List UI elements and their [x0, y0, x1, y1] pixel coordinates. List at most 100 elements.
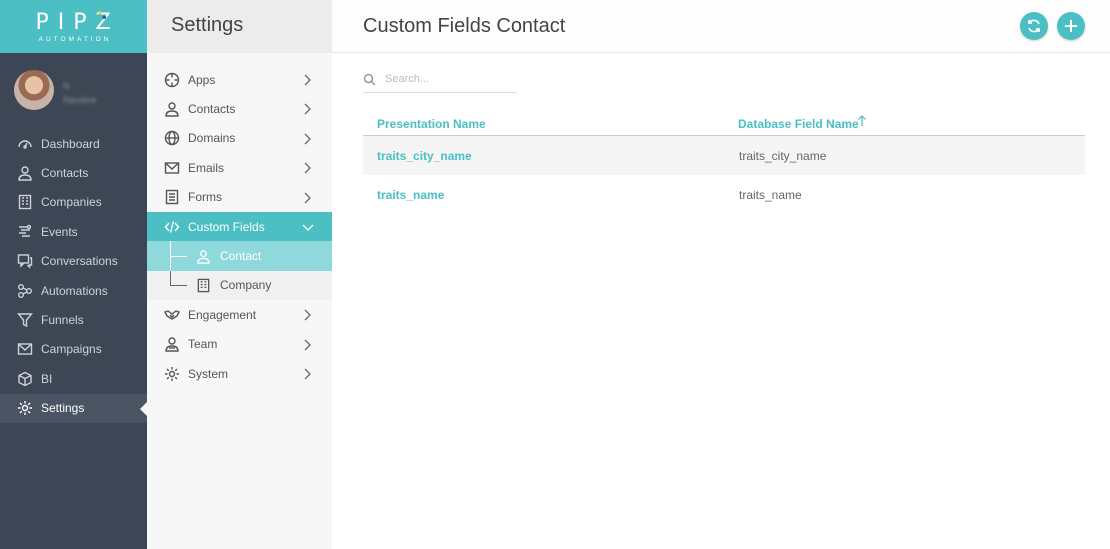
search-icon	[363, 73, 376, 86]
settings-item-label: Contacts	[188, 102, 236, 117]
crosshair-icon	[163, 71, 180, 88]
team-icon	[163, 336, 180, 353]
nav-item-label: Funnels	[41, 313, 84, 328]
settings-item-apps[interactable]: Apps	[147, 65, 332, 94]
subitem-label: Contact	[220, 249, 262, 264]
nav-item-label: BI	[41, 371, 53, 386]
funnel-icon	[16, 312, 33, 329]
custom-fields-table: Presentation Name Database Field Name tr…	[363, 110, 1085, 214]
custom-fields-contact[interactable]: Contact	[147, 241, 332, 271]
column-header-database-field-name[interactable]: Database Field Name	[738, 117, 859, 131]
settings-item-system[interactable]: System	[147, 359, 332, 388]
mail-icon	[16, 341, 33, 358]
settings-item-label: Domains	[188, 131, 236, 146]
user-profile[interactable]: N Nandine	[0, 53, 147, 129]
settings-item-label: Forms	[188, 190, 222, 205]
nav-item-label: Conversations	[41, 254, 118, 269]
presentation-name-cell[interactable]: traits_name	[377, 188, 444, 202]
settings-item-emails[interactable]: Emails	[147, 153, 332, 182]
chevron-right-icon	[302, 192, 312, 204]
chevron-right-icon	[302, 103, 312, 115]
search-box	[363, 71, 517, 93]
settings-title: Settings	[147, 0, 332, 53]
subitem-label: Company	[220, 278, 272, 293]
chevron-right-icon	[302, 162, 312, 174]
nav-item-funnels[interactable]: Funnels	[0, 305, 147, 334]
tree-branch	[170, 285, 187, 287]
nav-item-automations[interactable]: Automations	[0, 276, 147, 305]
events-icon	[16, 223, 33, 240]
chevron-right-icon	[302, 133, 312, 145]
table-row[interactable]: traits_city_name traits_city_name	[363, 136, 1085, 175]
globe-icon	[163, 130, 180, 147]
table-row[interactable]: traits_name traits_name	[363, 175, 1085, 214]
database-field-name-cell: traits_city_name	[739, 149, 827, 163]
settings-item-domains[interactable]: Domains	[147, 124, 332, 153]
main-content: Custom Fields Contact Presentation Name …	[332, 0, 1110, 549]
nav-item-label: Campaigns	[41, 342, 102, 357]
tree-branch	[170, 256, 187, 258]
nav-item-settings[interactable]: Settings	[0, 393, 147, 423]
presentation-name-cell[interactable]: traits_city_name	[377, 149, 472, 163]
cube-icon	[16, 370, 33, 387]
search-input[interactable]	[385, 73, 515, 85]
nav-item-label: Dashboard	[41, 136, 100, 151]
sort-ascending-icon[interactable]	[857, 115, 867, 127]
logo-dots-icon	[98, 11, 106, 19]
settings-item-team[interactable]: Team	[147, 330, 332, 359]
custom-fields-company[interactable]: Company	[147, 270, 332, 301]
nav-item-label: Automations	[41, 283, 108, 298]
nav-item-label: Settings	[41, 401, 85, 416]
add-field-button[interactable]	[1057, 12, 1085, 40]
settings-item-forms[interactable]: Forms	[147, 183, 332, 212]
nav-item-bi[interactable]: BI	[0, 364, 147, 393]
automation-icon	[16, 282, 33, 299]
column-header-presentation-name[interactable]: Presentation Name	[377, 117, 486, 131]
settings-item-label: Apps	[188, 72, 216, 87]
dashboard-icon	[16, 135, 33, 152]
settings-item-label: Emails	[188, 160, 225, 175]
nav-item-dashboard[interactable]: Dashboard	[0, 129, 147, 158]
form-icon	[163, 189, 180, 206]
user-name-line1: N	[63, 81, 70, 91]
settings-item-engagement[interactable]: Engagement	[147, 300, 332, 329]
code-icon	[163, 218, 180, 235]
avatar[interactable]	[14, 70, 54, 110]
nav-item-campaigns[interactable]: Campaigns	[0, 335, 147, 364]
refresh-button[interactable]	[1020, 12, 1048, 40]
page-title: Custom Fields Contact	[363, 15, 566, 37]
mail-icon	[163, 159, 180, 176]
settings-menu: Apps Contacts Domains Emails Forms Custo…	[147, 53, 332, 388]
main-header: Custom Fields Contact	[332, 0, 1110, 53]
settings-item-label: Team	[188, 337, 218, 352]
person-icon	[195, 248, 212, 265]
plus-icon	[1065, 20, 1077, 32]
chevron-right-icon	[302, 74, 312, 86]
gear-icon	[163, 365, 180, 382]
chevron-down-icon	[302, 222, 314, 234]
person-icon	[163, 101, 180, 118]
chevron-right-icon	[302, 309, 312, 321]
settings-item-label: Engagement	[188, 307, 257, 322]
handshake-icon	[163, 306, 180, 323]
brand-logo[interactable]: PIPZ AUTOMATION	[0, 0, 147, 53]
nav-item-label: Companies	[41, 195, 102, 210]
chevron-right-icon	[302, 368, 312, 380]
tree-line	[170, 270, 171, 286]
nav-item-label: Events	[41, 224, 78, 239]
settings-item-label: System	[188, 366, 229, 381]
refresh-icon	[1028, 19, 1040, 33]
database-field-name-cell: traits_name	[739, 188, 802, 202]
nav-item-conversations[interactable]: Conversations	[0, 247, 147, 276]
settings-item-custom-fields[interactable]: Custom Fields	[147, 211, 332, 242]
nav-item-contacts[interactable]: Contacts	[0, 158, 147, 187]
brand-tagline: AUTOMATION	[38, 36, 112, 43]
building-icon	[16, 194, 33, 211]
settings-item-contacts[interactable]: Contacts	[147, 94, 332, 123]
settings-panel: Settings Apps Contacts Domains Emails Fo…	[147, 0, 332, 549]
nav-item-events[interactable]: Events	[0, 217, 147, 246]
gear-icon	[16, 400, 33, 417]
settings-item-label: Custom Fields	[188, 219, 265, 234]
chevron-right-icon	[302, 339, 312, 351]
nav-item-companies[interactable]: Companies	[0, 188, 147, 217]
